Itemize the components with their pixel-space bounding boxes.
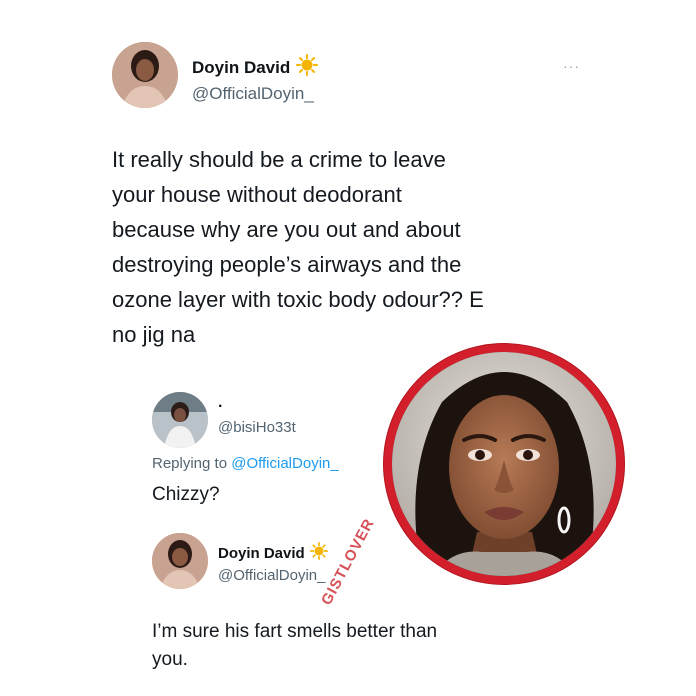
reply-one-avatar[interactable] (152, 392, 208, 448)
sun-emoji-icon (296, 54, 319, 81)
featured-portrait-frame (384, 344, 624, 584)
tweet-line: destroying people’s airways and the (112, 252, 462, 277)
tweet-line: you. (152, 649, 188, 670)
reply-two-author-name[interactable]: Doyin David (218, 545, 305, 562)
reply-one-author: . @bisiHo33t (218, 395, 296, 437)
avatar-portrait (152, 392, 208, 448)
reply-one-author-handle[interactable]: @bisiHo33t (218, 419, 296, 436)
reply-two-text: I’m sure his fart smells better than you… (152, 618, 437, 674)
reply-one-author-name[interactable]: . (218, 395, 296, 411)
reply-two-avatar[interactable] (152, 533, 208, 589)
featured-portrait-photo (392, 352, 616, 576)
main-author-name[interactable]: Doyin David (192, 58, 290, 78)
more-options-icon[interactable]: ··· (563, 58, 580, 74)
tweet-line: It really should be a crime to leave (112, 147, 446, 172)
tweet-line: ozone layer with toxic body odour?? E (112, 287, 484, 312)
reply-one-text: Chizzy? (152, 484, 220, 505)
reply-two-author: Doyin David @OfficialDoyin_ (218, 542, 328, 584)
main-author-handle[interactable]: @OfficialDoyin_ (192, 84, 318, 104)
reply-two-author-handle[interactable]: @OfficialDoyin_ (218, 567, 328, 584)
tweet-line: because why are you out and about (112, 217, 461, 242)
replying-to-label: Replying to (152, 455, 228, 472)
tweet-line: I’m sure his fart smells better than (152, 621, 438, 642)
main-tweet-text: It really should be a crime to leave you… (112, 142, 582, 352)
main-author-avatar[interactable] (112, 42, 178, 108)
avatar-portrait (152, 533, 208, 589)
reply-one-replying-to: Replying to @OfficialDoyin_ (152, 455, 339, 472)
sun-emoji-icon (309, 542, 328, 565)
replying-to-handle-link[interactable]: @OfficialDoyin_ (231, 455, 339, 472)
tweet-line: your house without deodorant (112, 182, 402, 207)
avatar-portrait (112, 42, 178, 108)
main-author-block: Doyin David @OfficialDoyin_ (192, 54, 319, 104)
